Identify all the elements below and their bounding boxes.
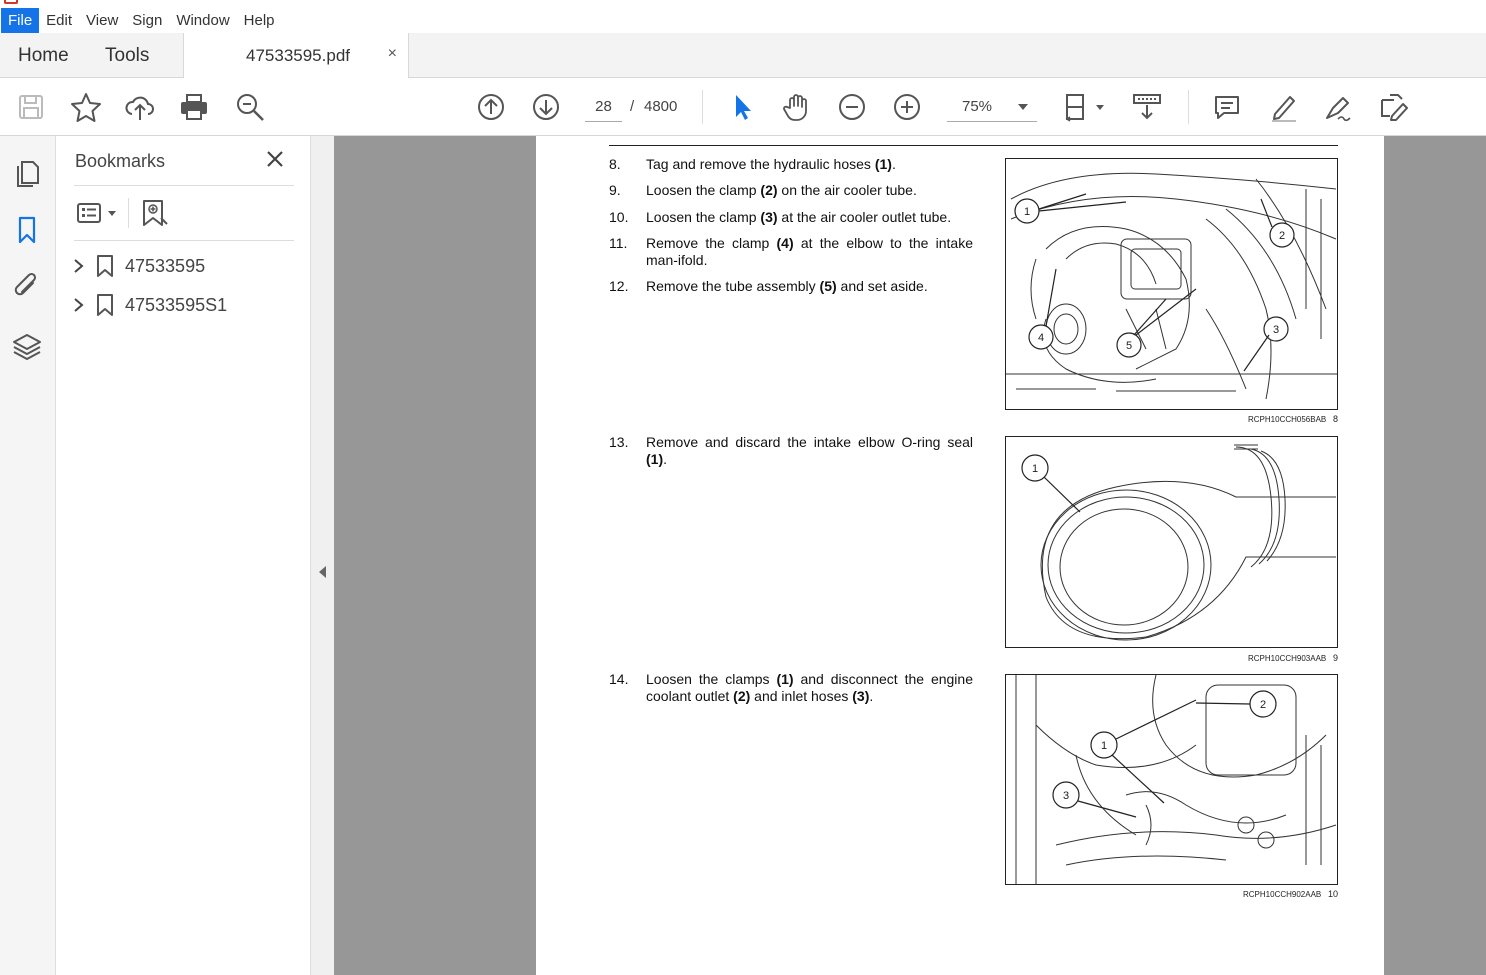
document-tab-title: 47533595.pdf (246, 46, 350, 65)
chevron-right-icon[interactable] (72, 256, 86, 276)
page-thumbnails-icon[interactable] (11, 156, 43, 188)
close-tab-icon[interactable]: × (388, 45, 397, 63)
panel-splitter[interactable] (310, 136, 334, 975)
zoom-search-icon[interactable] (233, 90, 267, 124)
step-number: 13. (609, 434, 629, 450)
step-text: Tag and remove the hydraulic hoses (1). (646, 156, 896, 172)
step-number: 11. (609, 235, 628, 251)
figure-code: RCPH10CCH056BAB (1248, 415, 1327, 424)
callout-label: 5 (1126, 340, 1132, 352)
page-total: 4800 (644, 98, 678, 115)
step-number: 12. (609, 278, 629, 294)
menu-sign[interactable]: Sign (125, 8, 169, 33)
callout-label: 1 (1024, 206, 1030, 218)
figure-number: 8 (1333, 414, 1339, 424)
sign-icon[interactable] (1321, 90, 1355, 124)
step-number: 14. (609, 671, 629, 687)
document-viewport[interactable]: 8. Tag and remove the hydraulic hoses (1… (334, 136, 1486, 975)
page-fit-icon[interactable] (1058, 90, 1108, 124)
chevron-right-icon[interactable] (72, 295, 86, 315)
callout-label: 3 (1063, 790, 1069, 802)
bookmarks-panel: Bookmarks 47533595 47533595S1 (56, 136, 310, 975)
page-separator: / (630, 98, 635, 115)
left-rail (0, 136, 56, 975)
toolbar-divider (702, 90, 703, 124)
step-text: Loosen the clamp (3) at the air cooler o… (646, 209, 952, 225)
panel-divider (74, 185, 294, 186)
bookmark-label: 47533595 (125, 256, 206, 276)
callout-label: 1 (1101, 740, 1107, 752)
menu-help[interactable]: Help (237, 8, 282, 33)
zoom-out-icon[interactable] (835, 90, 869, 124)
menu-file[interactable]: File (1, 8, 40, 33)
bookmark-options-button[interactable] (76, 199, 120, 227)
figure-code: RCPH10CCH903AAB (1248, 654, 1327, 663)
figure-number: 9 (1333, 653, 1339, 663)
cloud-upload-icon[interactable] (123, 90, 157, 124)
star-icon[interactable] (69, 90, 103, 124)
step-text: Remove the clamp (4) at the elbow to the… (646, 235, 973, 268)
step-text: Loosen the clamp (2) on the air cooler t… (646, 182, 917, 198)
callout-label: 3 (1273, 324, 1279, 336)
print-icon[interactable] (177, 90, 211, 124)
step-number: 8. (609, 156, 621, 172)
new-bookmark-icon[interactable] (141, 198, 169, 228)
panel-toolbar-divider (128, 198, 129, 228)
step-text: Remove and discard the intake elbow O-ri… (646, 434, 973, 467)
scroll-mode-icon[interactable] (1130, 90, 1164, 124)
tab-home[interactable]: Home (18, 33, 69, 78)
edit-pdf-icon[interactable] (1376, 90, 1410, 124)
step-text: Remove the tube assembly (5) and set asi… (646, 278, 928, 294)
save-icon[interactable] (14, 90, 48, 124)
close-panel-icon[interactable] (264, 148, 286, 170)
menu-view[interactable]: View (79, 8, 125, 33)
bookmark-label: 47533595S1 (125, 295, 228, 315)
toolbar-divider (1188, 90, 1189, 124)
comment-icon[interactable] (1210, 90, 1244, 124)
menu-bar: File Edit View Sign Window Help (0, 8, 1486, 33)
coolant-hose-figure: 1 2 3 (1005, 674, 1338, 885)
tab-document[interactable]: 47533595.pdf × (183, 33, 409, 79)
menu-window[interactable]: Window (169, 8, 236, 33)
figure-number: 10 (1328, 889, 1339, 899)
menu-edit[interactable]: Edit (39, 8, 79, 33)
attachment-icon[interactable] (11, 271, 43, 303)
pdf-page: 8. Tag and remove the hydraulic hoses (1… (536, 136, 1384, 975)
layers-icon[interactable] (11, 330, 43, 362)
callout-label: 4 (1038, 332, 1044, 344)
callout-label: 2 (1260, 699, 1266, 711)
bookmarks-panel-title: Bookmarks (75, 151, 166, 171)
next-page-icon[interactable] (529, 90, 563, 124)
bookmark-icon (97, 255, 113, 277)
previous-page-icon[interactable] (474, 90, 508, 124)
app-logo-icon (4, 0, 18, 4)
step-number: 10. (609, 209, 629, 225)
bookmark-item[interactable]: 47533595 (72, 252, 292, 280)
page-top-rule (609, 145, 1338, 146)
bookmark-panel-icon[interactable] (11, 214, 43, 246)
tab-tools[interactable]: Tools (105, 33, 149, 78)
bookmark-item[interactable]: 47533595S1 (72, 291, 292, 319)
toolbar: 28 / 4800 75% (0, 78, 1486, 136)
page-number-input[interactable]: 28 (585, 92, 622, 122)
engine-figure: 1 2 3 4 5 (1005, 158, 1338, 410)
collapse-panel-icon[interactable] (319, 566, 326, 578)
zoom-level-value: 75% (962, 98, 993, 115)
select-cursor-icon[interactable] (725, 90, 759, 124)
zoom-level-select[interactable]: 75% (947, 92, 1037, 122)
highlight-pen-icon[interactable] (1266, 90, 1300, 124)
step-number: 9. (609, 182, 621, 198)
title-strip (0, 0, 1486, 8)
tab-bar: Home Tools 47533595.pdf × (0, 33, 1486, 79)
callout-label: 1 (1032, 463, 1038, 475)
o-ring-figure: 1 (1005, 436, 1338, 648)
bookmark-icon (97, 294, 113, 316)
panel-divider (74, 240, 294, 241)
step-text: Loosen the clamps (1) and disconnect the… (646, 671, 973, 704)
zoom-in-icon[interactable] (890, 90, 924, 124)
callout-label: 2 (1279, 230, 1285, 242)
chevron-down-icon (1018, 104, 1028, 110)
hand-tool-icon[interactable] (780, 90, 814, 124)
figure-code: RCPH10CCH902AAB (1243, 890, 1322, 899)
